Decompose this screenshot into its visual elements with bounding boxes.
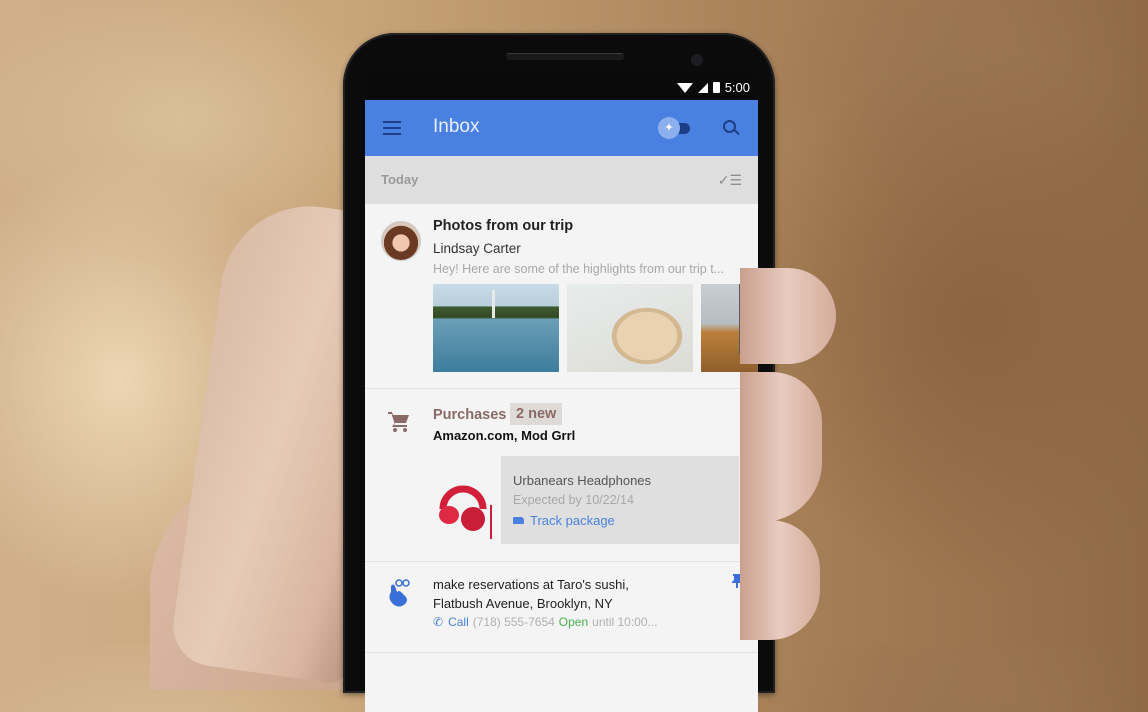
phone-camera: [691, 54, 703, 66]
purchases-bundle[interactable]: Purchases 2 new Amazon.com, Mod Grrl Urb…: [365, 389, 758, 562]
track-package-label: Track package: [530, 513, 615, 528]
cell-signal-icon: [697, 82, 708, 93]
phone-speaker: [506, 53, 624, 60]
truck-icon: [513, 517, 524, 524]
hand-finger: [740, 520, 820, 640]
bundle-title: Purchases: [433, 407, 507, 423]
app-title: Inbox: [433, 116, 480, 137]
email-subject: Photos from our trip: [433, 218, 574, 234]
product-name: Urbanears Headphones: [513, 473, 652, 488]
email-snippet: Hey! Here are some of the highlights fro…: [433, 262, 725, 276]
status-time: 5:00: [724, 80, 750, 95]
reminder-finger-icon: [389, 579, 410, 607]
menu-icon[interactable]: [383, 121, 401, 135]
email-item[interactable]: Photos from our trip Lindsay Carter Hey!…: [365, 204, 758, 389]
reminder-item[interactable]: make reservations at Taro's sushi, Flatb…: [365, 562, 758, 653]
photo-bagel-food[interactable]: [567, 284, 693, 372]
sweep-done-icon[interactable]: ✓☰: [718, 172, 742, 189]
bundle-senders: Amazon.com, Mod Grrl: [433, 428, 576, 443]
reminder-text: make reservations at Taro's sushi, Flatb…: [433, 576, 629, 613]
call-button[interactable]: ✆ Call: [433, 615, 469, 629]
photo-monument-reflecting-pool[interactable]: [433, 284, 559, 372]
avatar: [381, 221, 421, 261]
delivery-eta: Expected by 10/22/14: [513, 493, 634, 507]
pin-icon: ✦: [658, 117, 680, 139]
open-hours: until 10:00...: [592, 615, 658, 629]
phone-screen: 5:00 Inbox ✦ Today ✓☰ Photos from our tr…: [365, 72, 758, 712]
wifi-icon: [676, 82, 693, 93]
product-card[interactable]: Urbanears Headphones Expected by 10/22/1…: [501, 456, 739, 544]
app-bar: Inbox ✦: [365, 100, 758, 156]
email-sender: Lindsay Carter: [433, 241, 521, 256]
track-package-link[interactable]: Track package: [513, 513, 615, 528]
phone-number: (718) 555-7654: [472, 615, 555, 629]
photo-attachments: [433, 284, 758, 372]
hand-finger: [740, 268, 836, 364]
headphones-product-image: [439, 485, 492, 539]
section-title: Today: [381, 172, 419, 187]
reminder-details: ✆ Call (718) 555-7654 Open until 10:00..…: [433, 615, 658, 629]
status-bar: 5:00: [365, 72, 758, 100]
open-status: Open: [558, 615, 589, 629]
battery-icon: [712, 82, 720, 93]
section-header-today: Today ✓☰: [365, 156, 758, 204]
phone-device: 5:00 Inbox ✦ Today ✓☰ Photos from our tr…: [343, 33, 775, 712]
search-icon[interactable]: [723, 120, 740, 136]
reminder-text-line2: Flatbush Avenue, Brooklyn, NY: [433, 595, 613, 611]
shopping-cart-icon: [388, 412, 409, 432]
reminder-text-line1: make reservations at Taro's sushi,: [433, 577, 629, 592]
pinned-toggle[interactable]: ✦: [658, 117, 696, 139]
phone-icon: ✆: [433, 615, 444, 629]
hand-finger: [740, 372, 822, 522]
call-label: Call: [448, 615, 469, 629]
new-count-badge: 2 new: [510, 403, 563, 425]
